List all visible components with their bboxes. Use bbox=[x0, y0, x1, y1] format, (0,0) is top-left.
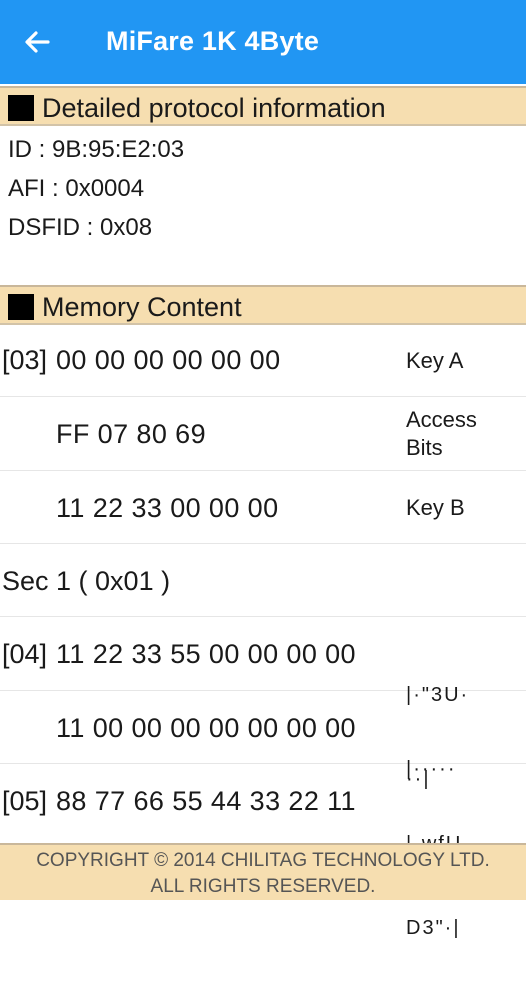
block-index: [03] bbox=[2, 345, 48, 375]
memory-row[interactable]: [05] 88 77 66 55 44 33 22 11 |·wfU D3"·| bbox=[0, 764, 526, 939]
dsfid-line: DSFID : 0x08 bbox=[8, 214, 153, 241]
rights-line: ALL RIGHTS RESERVED. bbox=[150, 876, 376, 897]
memory-row[interactable]: FF 07 80 69 Access Bits bbox=[0, 397, 526, 471]
hex-bytes: 00 00 00 00 00 00 bbox=[56, 345, 281, 375]
field-label: Key A bbox=[406, 348, 464, 373]
back-button[interactable] bbox=[18, 24, 62, 60]
hex-bytes: 11 22 33 00 00 00 bbox=[56, 493, 279, 523]
field-label: Key B bbox=[406, 495, 465, 520]
memory-section-title: Memory Content bbox=[42, 292, 242, 322]
block-index: [05] bbox=[2, 786, 48, 816]
hex-bytes: FF 07 80 69 bbox=[56, 419, 206, 449]
ascii-line: D3"·| bbox=[406, 917, 461, 939]
afi-line: AFI : 0x0004 bbox=[8, 175, 145, 202]
square-bullet-icon bbox=[8, 294, 34, 320]
arrow-left-icon bbox=[25, 31, 50, 53]
id-line: ID : 9B:95:E2:03 bbox=[8, 136, 185, 163]
memory-section-header: Memory Content bbox=[0, 285, 526, 325]
sector-label: Sec 1 ( 0x01 ) bbox=[2, 566, 171, 596]
protocol-section-title: Detailed protocol information bbox=[42, 93, 386, 123]
field-label-line: Bits bbox=[406, 435, 443, 460]
protocol-section-header: Detailed protocol information bbox=[0, 86, 526, 126]
square-bullet-icon bbox=[8, 95, 34, 121]
sector-row[interactable]: Sec 1 ( 0x01 ) bbox=[0, 544, 526, 617]
memory-row[interactable]: 11 22 33 00 00 00 Key B bbox=[0, 471, 526, 544]
copyright-footer: COPYRIGHT © 2014 CHILITAG TECHNOLOGY LTD… bbox=[0, 843, 526, 900]
hex-bytes: 88 77 66 55 44 33 22 11 bbox=[56, 786, 356, 816]
hex-bytes: 11 00 00 00 00 00 00 00 bbox=[56, 713, 356, 743]
hex-bytes: 11 22 33 55 00 00 00 00 bbox=[56, 639, 356, 669]
memory-row[interactable]: [04] 11 22 33 55 00 00 00 00 |·"3U· ··| bbox=[0, 617, 526, 790]
memory-row[interactable]: [03] 00 00 00 00 00 00 Key A bbox=[0, 327, 526, 397]
field-label-line: Access bbox=[406, 407, 477, 432]
field-label: Access Bits bbox=[406, 406, 477, 462]
memory-row[interactable]: 11 00 00 00 00 00 00 00 |····· ··| bbox=[0, 691, 526, 864]
copyright-line: COPYRIGHT © 2014 CHILITAG TECHNOLOGY LTD… bbox=[36, 850, 490, 871]
page-title: MiFare 1K 4Byte bbox=[106, 26, 320, 56]
app-bar: MiFare 1K 4Byte bbox=[0, 0, 526, 84]
block-index: [04] bbox=[2, 639, 48, 669]
